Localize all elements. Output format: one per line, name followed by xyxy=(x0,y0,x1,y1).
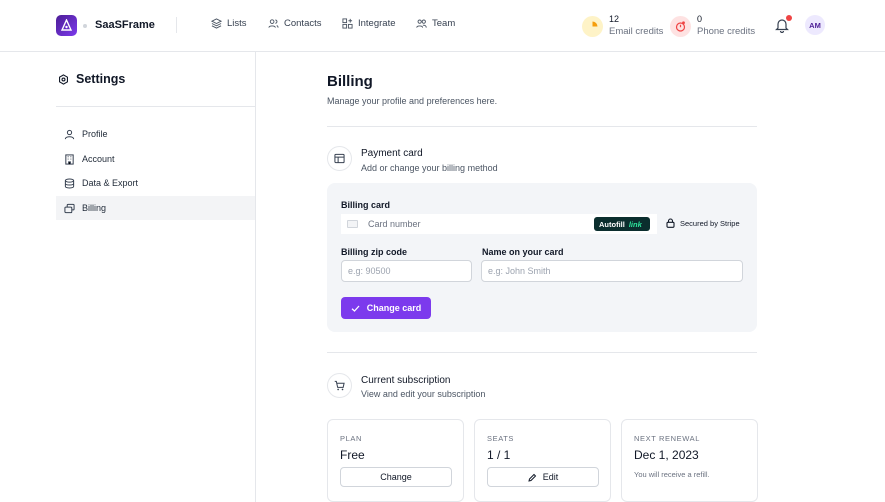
sidebar-title-label: Settings xyxy=(76,72,126,86)
edit-seats-button[interactable]: Edit xyxy=(487,467,599,487)
name-on-card-label: Name on your card xyxy=(482,247,564,257)
check-icon xyxy=(351,305,360,312)
change-card-label: Change card xyxy=(366,303,422,313)
renewal-date: Dec 1, 2023 xyxy=(634,448,699,462)
email-credits-count: 12 xyxy=(609,14,620,24)
seats-card: SEATS 1 / 1 Edit xyxy=(474,419,611,502)
nav-item-label: Contacts xyxy=(284,18,322,29)
app-name: SaaSFrame xyxy=(95,19,155,31)
table-icon xyxy=(334,153,345,164)
cart-icon xyxy=(334,380,345,391)
sidebar-item-label: Data & Export xyxy=(82,178,139,188)
sidebar-divider xyxy=(56,106,255,107)
plug-grid-icon xyxy=(342,18,353,29)
sidebar-item-account[interactable]: Account xyxy=(56,147,255,171)
brand-divider xyxy=(176,17,177,33)
name-on-card-input[interactable]: e.g: John Smith xyxy=(481,260,743,282)
change-plan-button[interactable]: Change xyxy=(340,467,452,487)
nav-item-integrate[interactable]: Integrate xyxy=(342,18,396,29)
sidebar-item-label: Billing xyxy=(82,203,107,213)
logo-separator-dot xyxy=(83,24,87,28)
avatar[interactable]: AM xyxy=(805,15,825,35)
link-brand: link xyxy=(628,219,642,229)
plan-value: Free xyxy=(340,448,365,462)
team-icon xyxy=(416,19,427,28)
lock-icon xyxy=(666,218,675,228)
email-credits-label: Email credits xyxy=(609,26,664,37)
sidebar-item-data-export[interactable]: Data & Export xyxy=(56,171,255,195)
phone-credits[interactable]: 0 Phone credits xyxy=(670,13,755,39)
billing-card-label: Billing card xyxy=(341,200,391,210)
section-divider xyxy=(327,352,757,353)
renewal-card: NEXT RENEWAL Dec 1, 2023 You will receiv… xyxy=(621,419,758,502)
zip-placeholder: e.g: 90500 xyxy=(348,266,391,276)
sidebar-item-profile[interactable]: Profile xyxy=(56,122,255,146)
phone-credits-label: Phone credits xyxy=(697,26,756,37)
page-subtitle: Manage your profile and preferences here… xyxy=(327,96,498,106)
subscription-section-icon xyxy=(327,373,352,398)
email-credits[interactable]: 12 Email credits xyxy=(582,13,663,39)
card-number-placeholder: Card number xyxy=(368,219,421,229)
top-navbar: SaaSFrame Lists Contacts Integrate Team … xyxy=(0,0,885,52)
subscription-title: Current subscription xyxy=(361,375,451,386)
subscription-subtitle: View and edit your subscription xyxy=(361,389,486,399)
logo-mark-icon xyxy=(60,19,73,31)
credit-card-icon xyxy=(347,220,358,228)
secured-text: Secured by Stripe xyxy=(680,218,740,228)
sidebar-item-billing[interactable]: Billing xyxy=(56,196,255,220)
nav-item-contacts[interactable]: Contacts xyxy=(268,18,322,29)
seats-caption: SEATS xyxy=(487,434,515,443)
cards-icon xyxy=(64,203,75,213)
settings-sidebar: Settings Profile Account Data & Export B… xyxy=(0,52,256,502)
phone-credits-count: 0 xyxy=(697,14,703,24)
payment-card-title: Payment card xyxy=(361,148,423,159)
user-icon xyxy=(64,129,75,139)
edit-seats-label: Edit xyxy=(542,472,559,482)
sidebar-item-label: Profile xyxy=(82,129,108,139)
zip-input[interactable]: e.g: 90500 xyxy=(341,260,472,282)
notification-dot xyxy=(786,15,792,21)
nav-item-label: Lists xyxy=(227,18,247,29)
payment-card-subtitle: Add or change your billing method xyxy=(361,163,498,173)
app-logo[interactable] xyxy=(56,15,77,36)
database-icon xyxy=(64,178,75,188)
renewal-note: You will receive a refill. xyxy=(634,470,710,479)
name-placeholder: e.g: John Smith xyxy=(488,266,551,276)
secured-by-stripe: Secured by Stripe xyxy=(666,218,740,228)
sidebar-title: Settings xyxy=(58,72,125,86)
seats-value: 1 / 1 xyxy=(487,448,511,462)
page-title: Billing xyxy=(327,73,373,90)
nav-item-label: Integrate xyxy=(358,18,396,29)
nav-item-lists[interactable]: Lists xyxy=(211,18,247,29)
sidebar-item-label: Account xyxy=(82,154,115,164)
plan-card: PLAN Free Change xyxy=(327,419,464,502)
section-divider xyxy=(327,126,757,127)
gear-icon xyxy=(59,73,68,85)
nav-item-label: Team xyxy=(432,18,456,29)
pencil-icon xyxy=(528,473,536,482)
plan-caption: PLAN xyxy=(340,434,362,443)
renewal-caption: NEXT RENEWAL xyxy=(634,434,700,443)
phone-credits-icon xyxy=(670,15,691,37)
building-icon xyxy=(65,153,74,165)
autofill-label: Autofill xyxy=(599,219,625,229)
payment-card-section-icon xyxy=(327,146,352,171)
change-plan-label: Change xyxy=(380,472,412,482)
nav-item-team[interactable]: Team xyxy=(416,18,455,29)
autofill-link-button[interactable]: Autofill link xyxy=(594,217,650,231)
zip-label: Billing zip code xyxy=(341,247,408,257)
layers-icon xyxy=(211,18,222,29)
change-card-button[interactable]: Change card xyxy=(341,297,431,319)
users-icon xyxy=(268,19,279,28)
email-credits-icon xyxy=(582,15,603,37)
